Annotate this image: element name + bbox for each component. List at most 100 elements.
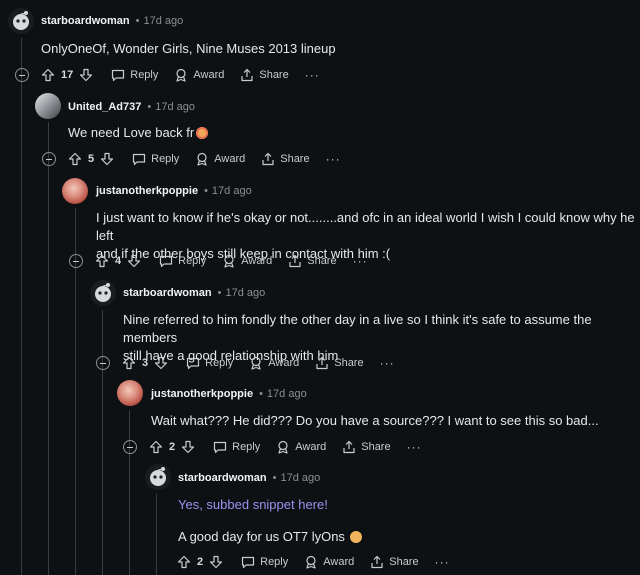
reply-label: Reply: [151, 153, 180, 165]
snippet-link[interactable]: Yes, subbed snippet here!: [178, 496, 633, 514]
upvote-icon[interactable]: [122, 356, 136, 370]
comment-author[interactable]: starboardwoman: [41, 15, 130, 27]
award-button[interactable]: Award: [249, 356, 299, 370]
vote-count: 5: [88, 153, 95, 165]
avatar[interactable]: [145, 464, 171, 490]
collapse-thread-button[interactable]: [69, 254, 83, 268]
downvote-icon[interactable]: [79, 68, 93, 82]
reply-label: Reply: [178, 255, 207, 267]
award-icon: [251, 356, 261, 370]
meta-separator: •: [204, 185, 208, 197]
reply-button[interactable]: Reply: [241, 556, 288, 569]
vote-controls: 17: [41, 68, 93, 82]
comment-time[interactable]: 17d ago: [267, 388, 307, 400]
collapse-thread-button[interactable]: [96, 356, 110, 370]
award-label: Award: [241, 255, 273, 267]
share-label: Share: [361, 441, 391, 453]
collapse-thread-button[interactable]: [123, 440, 137, 454]
reply-label: Reply: [232, 441, 261, 453]
comment-time[interactable]: 17d ago: [226, 287, 266, 299]
comment-author[interactable]: justanotherkpoppie: [151, 388, 253, 400]
award-button[interactable]: Award: [222, 254, 272, 268]
award-button[interactable]: Award: [304, 555, 354, 569]
share-button[interactable]: Share: [370, 555, 419, 569]
more-options-button[interactable]: ···: [407, 440, 422, 454]
comment-actions: 3 Reply Award Share ···: [96, 353, 395, 373]
thread-line: [48, 122, 49, 575]
upvote-icon[interactable]: [68, 152, 82, 166]
comment-meta: starboardwoman • 17d ago: [41, 15, 183, 27]
reply-button[interactable]: Reply: [186, 357, 233, 370]
more-options-button[interactable]: ···: [326, 152, 341, 166]
award-button[interactable]: Award: [276, 440, 326, 454]
comment-author[interactable]: United_Ad737: [68, 101, 141, 113]
comment-meta: starboardwoman • 17d ago: [123, 287, 265, 299]
vote-controls: 2: [149, 440, 195, 454]
avatar[interactable]: [35, 93, 61, 119]
reply-label: Reply: [130, 69, 159, 81]
comment-text: Wait what??? He did??? Do you have a sou…: [151, 413, 599, 428]
award-button[interactable]: Award: [174, 68, 224, 82]
award-button[interactable]: Award: [195, 152, 245, 166]
share-button[interactable]: Share: [240, 68, 289, 82]
more-options-button[interactable]: ···: [380, 356, 395, 370]
comment-author[interactable]: justanotherkpoppie: [96, 185, 198, 197]
more-options-button[interactable]: ···: [435, 555, 450, 569]
comment-time[interactable]: 17d ago: [212, 185, 252, 197]
share-icon: [241, 68, 253, 82]
reply-button[interactable]: Reply: [132, 153, 179, 166]
share-icon: [343, 440, 355, 454]
award-label: Award: [214, 153, 246, 165]
upvote-icon[interactable]: [149, 440, 163, 454]
upvote-icon[interactable]: [41, 68, 55, 82]
snoo-avatar-icon: [150, 467, 166, 486]
avatar[interactable]: [117, 380, 143, 406]
comment-author[interactable]: starboardwoman: [178, 472, 267, 484]
reply-label: Reply: [205, 357, 234, 369]
downvote-icon[interactable]: [127, 254, 141, 268]
meta-separator: •: [217, 287, 222, 299]
comment-actions: 5 Reply Award Share ···: [42, 149, 341, 169]
reply-button[interactable]: Reply: [213, 441, 260, 454]
downvote-icon[interactable]: [100, 152, 114, 166]
vote-controls: 5: [68, 152, 114, 166]
share-label: Share: [280, 153, 310, 165]
avatar[interactable]: [8, 8, 34, 34]
downvote-icon[interactable]: [154, 356, 168, 370]
share-button[interactable]: Share: [288, 254, 337, 268]
comment-text: OnlyOneOf, Wonder Girls, Nine Muses 2013…: [41, 41, 336, 56]
upvote-icon[interactable]: [95, 254, 109, 268]
collapse-thread-button[interactable]: [42, 152, 56, 166]
upvote-icon[interactable]: [177, 555, 191, 569]
comment-time[interactable]: 17d ago: [144, 15, 184, 27]
avatar[interactable]: [62, 178, 88, 204]
comment-body: We need Love back fr: [68, 124, 628, 142]
share-icon: [371, 555, 383, 569]
share-button[interactable]: Share: [315, 356, 364, 370]
collapse-thread-button[interactable]: [15, 68, 29, 82]
chat-bubble-icon: [160, 255, 173, 267]
vote-controls: 4: [95, 254, 141, 268]
comment-time[interactable]: 17d ago: [155, 101, 195, 113]
share-button[interactable]: Share: [261, 152, 310, 166]
comment-author[interactable]: starboardwoman: [123, 287, 212, 299]
downvote-icon[interactable]: [181, 440, 195, 454]
award-label: Award: [295, 441, 327, 453]
more-options-button[interactable]: ···: [305, 68, 320, 82]
vote-controls: 3: [122, 356, 168, 370]
share-button[interactable]: Share: [342, 440, 391, 454]
avatar[interactable]: [90, 280, 116, 306]
share-icon: [289, 254, 301, 268]
comment-text-line: I just want to know if he's okay or not.…: [96, 210, 635, 243]
comment-time[interactable]: 17d ago: [281, 472, 321, 484]
reply-button[interactable]: Reply: [111, 69, 158, 82]
award-icon: [197, 152, 207, 166]
more-options-button[interactable]: ···: [353, 254, 368, 268]
vote-count: 2: [169, 441, 176, 453]
comment-actions: 2 Reply Award Share ···: [123, 437, 422, 457]
comment-body: OnlyOneOf, Wonder Girls, Nine Muses 2013…: [41, 40, 631, 58]
downvote-icon[interactable]: [209, 555, 223, 569]
comment-actions: 4 Reply Award Share ···: [69, 251, 368, 271]
comment-meta: United_Ad737 • 17d ago: [68, 101, 195, 113]
reply-button[interactable]: Reply: [159, 255, 206, 268]
